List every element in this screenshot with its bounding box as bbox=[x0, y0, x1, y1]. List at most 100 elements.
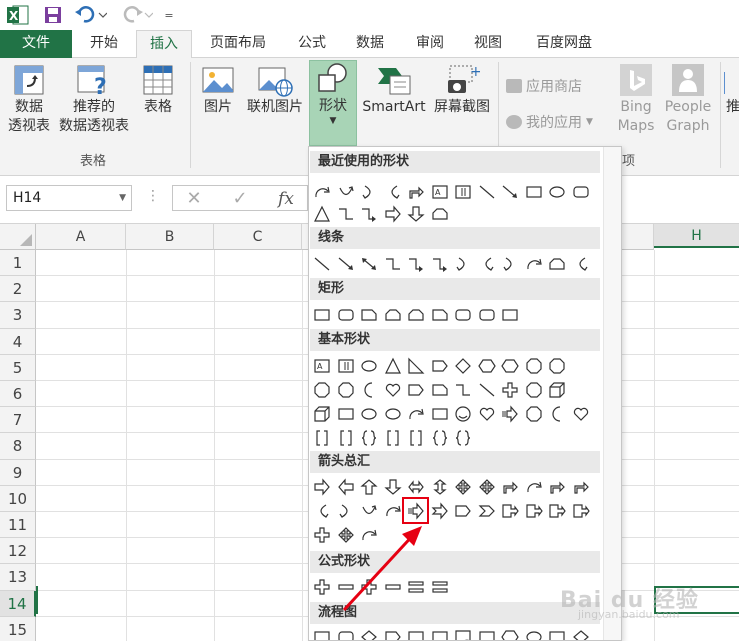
shape-snip2-icon[interactable] bbox=[546, 253, 568, 275]
shape-snip-rect-icon[interactable] bbox=[358, 304, 380, 326]
tab-view[interactable]: 视图 bbox=[462, 30, 514, 58]
shape-right-arrow-icon[interactable] bbox=[382, 203, 404, 225]
cancel-icon[interactable]: ✕ bbox=[183, 188, 205, 210]
shape-elbow-icon[interactable] bbox=[452, 379, 474, 401]
row-header[interactable]: 6 bbox=[0, 381, 36, 408]
shape-pentagon-icon[interactable] bbox=[429, 355, 451, 377]
shape-bent-icon[interactable] bbox=[546, 476, 568, 498]
recommended-pivot-button[interactable]: ? 推荐的 数据透视表 bbox=[56, 62, 132, 136]
tab-baidu-netdisk[interactable]: 百度网盘 bbox=[522, 30, 606, 58]
shape-oval-icon[interactable] bbox=[358, 355, 380, 377]
shape-cube-icon[interactable] bbox=[311, 403, 333, 425]
shape-snip-rect-icon[interactable] bbox=[429, 304, 451, 326]
shape-snip-rect-icon[interactable] bbox=[429, 379, 451, 401]
recommended-charts-button[interactable]: 推 bbox=[724, 62, 739, 117]
select-all-corner[interactable] bbox=[0, 224, 36, 250]
shape-elbow-arrow-icon[interactable] bbox=[358, 203, 380, 225]
my-apps-button[interactable]: 我的应用 ▼ bbox=[506, 112, 593, 132]
shape-rt-triangle-icon[interactable] bbox=[405, 355, 427, 377]
tab-data[interactable]: 数据 bbox=[344, 30, 396, 58]
redo-icon[interactable] bbox=[120, 4, 154, 26]
shape-cube-icon[interactable] bbox=[546, 379, 568, 401]
app-store-button[interactable]: 应用商店 bbox=[506, 76, 582, 96]
shape-plus-icon[interactable] bbox=[499, 379, 521, 401]
shape-oval-icon[interactable] bbox=[546, 181, 568, 203]
shape-rect-icon[interactable] bbox=[311, 304, 333, 326]
tab-page-layout[interactable]: 页面布局 bbox=[196, 30, 280, 58]
row-header[interactable]: 5 bbox=[0, 354, 36, 381]
row-header[interactable]: 8 bbox=[0, 433, 36, 460]
column-header-a[interactable]: A bbox=[36, 224, 126, 250]
shape-brace-icon[interactable] bbox=[358, 427, 380, 449]
shape-oval-icon[interactable] bbox=[523, 626, 545, 640]
shape-bracket-icon[interactable] bbox=[335, 427, 357, 449]
tab-review[interactable]: 审阅 bbox=[404, 30, 456, 58]
row-header[interactable]: 9 bbox=[0, 459, 36, 486]
shape-line-icon[interactable] bbox=[476, 181, 498, 203]
row-header[interactable]: 12 bbox=[0, 538, 36, 565]
shape-arrow-line-icon[interactable] bbox=[335, 253, 357, 275]
row-header[interactable]: 7 bbox=[0, 407, 36, 434]
shape-rect-icon[interactable] bbox=[499, 304, 521, 326]
shape-rect-icon[interactable] bbox=[335, 403, 357, 425]
shape-up-arrow-icon[interactable] bbox=[358, 476, 380, 498]
shape-heart-icon[interactable] bbox=[570, 403, 592, 425]
shape-elbow-arrow-icon[interactable] bbox=[405, 253, 427, 275]
customize-toolbar-icon[interactable]: = bbox=[162, 4, 176, 26]
row-header[interactable]: 1 bbox=[0, 250, 36, 277]
shape-vtext-icon[interactable] bbox=[335, 355, 357, 377]
chevron-down-icon[interactable]: ▼ bbox=[119, 186, 126, 210]
shape-elbow-icon[interactable] bbox=[382, 253, 404, 275]
column-header-h[interactable]: H bbox=[654, 224, 739, 248]
shape-hexagon-icon[interactable] bbox=[499, 355, 521, 377]
row-header[interactable]: 2 bbox=[0, 276, 36, 303]
shape-bent-icon[interactable] bbox=[405, 181, 427, 203]
shape-round-rect-icon[interactable] bbox=[335, 304, 357, 326]
shape-snip2-icon[interactable] bbox=[405, 304, 427, 326]
shape-round-rect-icon[interactable] bbox=[570, 181, 592, 203]
row-header[interactable]: 10 bbox=[0, 485, 36, 512]
shape-octagon-icon[interactable] bbox=[523, 403, 545, 425]
shape-down-arrow-icon[interactable] bbox=[405, 203, 427, 225]
name-box[interactable]: H14 ▼ bbox=[6, 185, 132, 211]
shape-bent-icon[interactable] bbox=[570, 476, 592, 498]
shape-moon-icon[interactable] bbox=[546, 403, 568, 425]
shape-brace-icon[interactable] bbox=[452, 427, 474, 449]
people-graph-button[interactable]: People Graph bbox=[660, 62, 716, 136]
shape-striped-arrow-icon[interactable] bbox=[499, 403, 521, 425]
row-header[interactable]: 13 bbox=[0, 564, 36, 591]
shape-snip2-icon[interactable] bbox=[382, 304, 404, 326]
shape-line-icon[interactable] bbox=[476, 379, 498, 401]
shape-heart-icon[interactable] bbox=[382, 379, 404, 401]
shape-notched-arrow-icon[interactable] bbox=[429, 500, 451, 522]
shape-arc-arrow-icon[interactable] bbox=[523, 476, 545, 498]
shape-pentagon-icon[interactable] bbox=[405, 379, 427, 401]
shape-pentagon-icon[interactable] bbox=[452, 500, 474, 522]
shape-triangle-icon[interactable] bbox=[382, 355, 404, 377]
shape-bracket-icon[interactable] bbox=[311, 427, 333, 449]
shape-heart-icon[interactable] bbox=[476, 403, 498, 425]
shape-octagon-icon[interactable] bbox=[523, 355, 545, 377]
shape-curve-l-icon[interactable] bbox=[570, 253, 592, 275]
shape-curve-l-icon[interactable] bbox=[476, 253, 498, 275]
shape-round-rect-icon[interactable] bbox=[335, 626, 357, 640]
insert-function-icon[interactable]: fx bbox=[275, 188, 297, 210]
shape-line-icon[interactable] bbox=[311, 253, 333, 275]
tab-formulas[interactable]: 公式 bbox=[286, 30, 338, 58]
shape-brace-icon[interactable] bbox=[429, 427, 451, 449]
shape-dbl-arrow-line-icon[interactable] bbox=[358, 253, 380, 275]
shape-arc-arrow-icon[interactable] bbox=[405, 403, 427, 425]
shape-equal-icon[interactable] bbox=[429, 576, 451, 598]
shape-arc-arrow-icon[interactable] bbox=[523, 253, 545, 275]
shape-snip2-icon[interactable] bbox=[429, 203, 451, 225]
shape-u-arrow-icon[interactable] bbox=[335, 181, 357, 203]
shape-callout-icon[interactable] bbox=[570, 500, 592, 522]
undo-icon[interactable] bbox=[74, 4, 108, 26]
shape-left-arrow-icon[interactable] bbox=[335, 476, 357, 498]
shape-callout-icon[interactable] bbox=[546, 500, 568, 522]
row-header[interactable]: 14 bbox=[0, 590, 36, 617]
tab-home[interactable]: 开始 bbox=[76, 30, 132, 58]
shape-down-arrow-icon[interactable] bbox=[382, 476, 404, 498]
row-header[interactable]: 3 bbox=[0, 302, 36, 329]
column-header-c[interactable]: C bbox=[214, 224, 302, 250]
